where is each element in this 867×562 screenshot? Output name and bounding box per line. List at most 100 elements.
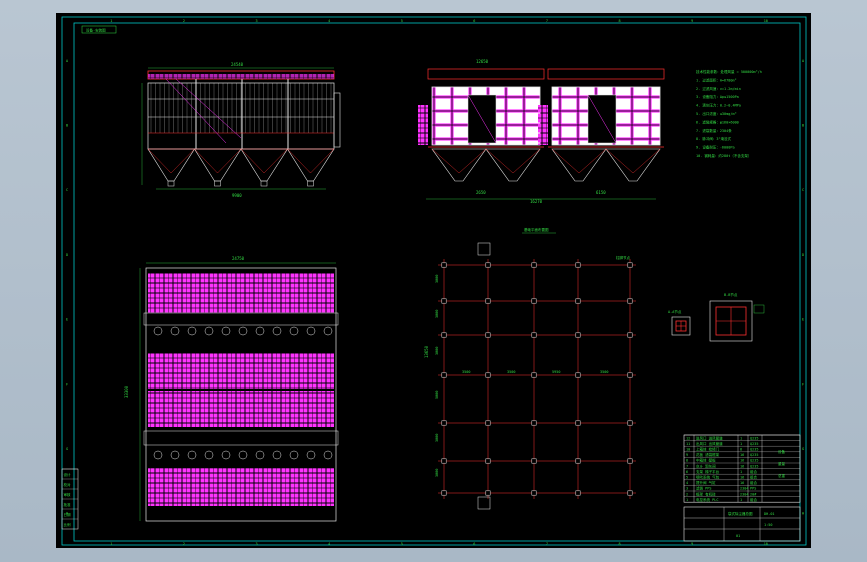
brace — [512, 148, 541, 174]
right-dim-b: 6150 — [596, 190, 606, 195]
bom-cell-material: Q235 — [750, 448, 758, 452]
bom-cell-material: 组合 — [750, 475, 758, 480]
bom-cell-qty: 16 — [740, 459, 744, 463]
tech-note-line: 7. 滤袋数量：2304条 — [696, 128, 732, 133]
bom-cell-name: 出风口 出风管道 — [696, 441, 723, 446]
border-col-mark: 4 — [328, 19, 330, 23]
border-col-mark: 9 — [691, 542, 693, 546]
bom-cell-name: 灰斗 卸灰阀 — [696, 463, 716, 468]
bom-side-label: 设备 — [778, 449, 786, 454]
grid-total-v: 13650 — [424, 345, 429, 358]
column-base — [531, 298, 537, 304]
bom-cell-qty: 1 — [740, 470, 742, 474]
column-base — [485, 298, 491, 304]
column-base — [441, 490, 447, 496]
bom-cell-no: 2 — [686, 492, 688, 496]
column-base — [441, 420, 447, 426]
drawing-scale: 1:50 — [764, 523, 772, 527]
column-base — [627, 262, 633, 268]
cad-viewport[interactable]: 1 1 2 2 3 3 4 4 5 5 6 6 7 7 8 8 9 9 10 10 A A B B C C D D E E F F G G H H 设… — [56, 13, 811, 548]
title-block: 袋式除尘器总图 DH-01 1:50 01 — [683, 506, 801, 542]
bag-circle — [221, 326, 231, 336]
roof-rail — [427, 68, 545, 80]
bom-cell-no: 3 — [686, 487, 688, 491]
bom-cell-name: 喷吹系统 气包 — [696, 475, 720, 480]
bag-circle — [306, 450, 316, 460]
column-base — [575, 262, 581, 268]
grid-mid-title: 柱脚节点 — [616, 255, 630, 260]
bom-cell-qty: 1 — [740, 498, 742, 502]
grid-dim-h: 3500 — [462, 370, 470, 374]
bom-cell-name: 电控系统 PLC — [696, 497, 718, 502]
border-row-mark: C — [66, 188, 68, 192]
brace — [240, 148, 265, 174]
bom-cell-no: 1 — [686, 498, 688, 502]
column-base — [531, 458, 537, 464]
bom-cell-material: Q235 — [750, 464, 758, 468]
bom-cell-qty: 1 — [740, 442, 742, 446]
column-base — [441, 372, 447, 378]
column-base — [485, 458, 491, 464]
bom-cell-qty: 16 — [740, 476, 744, 480]
border-col-mark: 8 — [619, 19, 621, 23]
bag-circle — [272, 450, 282, 460]
bag-circle — [289, 326, 299, 336]
border-row-mark: A — [66, 59, 69, 63]
bag-circle — [187, 326, 197, 336]
tech-note-line: 技术性能参数：处理风量 = 500000m³/h — [696, 69, 762, 74]
approval-label: 比例 — [64, 522, 71, 527]
brace — [458, 148, 487, 174]
brace — [310, 148, 335, 174]
bom-cell-material: Q235 — [750, 459, 758, 463]
bom-cell-material: Q235 — [750, 442, 758, 446]
drawing-number: DH-01 — [764, 512, 775, 516]
bom-cell-material: 组合 — [750, 497, 758, 502]
bom-cell-no: 9 — [686, 453, 688, 457]
anchor-detail — [477, 242, 491, 256]
approval-label: 设计 — [64, 472, 71, 477]
border-col-mark: 7 — [546, 542, 548, 546]
grid-dim-v: 5000 — [435, 391, 439, 399]
border-row-mark: G — [802, 447, 804, 451]
bag-circle — [272, 326, 282, 336]
bom-cell-material: 20# — [750, 492, 757, 496]
grid-dim-v: 3000 — [435, 310, 439, 318]
approval-label: 日期 — [64, 512, 71, 517]
bom-cell-qty: 8 — [740, 448, 742, 452]
border-row-mark: F — [66, 382, 68, 386]
tech-note-line: 8. 脉冲阀：3"淹没式 — [696, 136, 732, 141]
border-col-mark: 5 — [401, 542, 403, 546]
border-row-mark: D — [66, 253, 68, 257]
border-row-mark: C — [802, 188, 804, 192]
brace — [632, 148, 661, 174]
bom-cell-material: PPS — [750, 487, 756, 491]
border-row-mark: E — [66, 318, 68, 322]
foundation-grid: 基础平面布置图 柱脚节点 3500 3500 5950 3500 3000 3000 300… — [424, 227, 636, 510]
column-base — [441, 298, 447, 304]
column-base — [627, 332, 633, 338]
column-base — [531, 332, 537, 338]
border-row-mark: B — [802, 124, 804, 128]
column-base — [575, 372, 581, 378]
grid-dim-v: 3000 — [435, 275, 439, 283]
column-base — [531, 262, 537, 268]
approval-block: 设计校对审核批准日期比例 — [61, 468, 79, 530]
column-base — [531, 420, 537, 426]
column-base — [485, 420, 491, 426]
border-col-mark: 3 — [256, 542, 258, 546]
grid-dim-h: 3500 — [507, 370, 515, 374]
title-tag: 设备·安装图 — [86, 28, 106, 33]
bom-side-label: 总重 — [778, 473, 786, 478]
bom-cell-no: 8 — [686, 459, 688, 463]
brace — [170, 148, 195, 174]
grid-dim-h: 5950 — [552, 370, 560, 374]
bom-cell-name: 中箱体 壁板 — [696, 458, 716, 463]
detail-right-label: B-B节点 — [724, 292, 738, 297]
bom-cell-name: 滤袋 PPS — [696, 486, 711, 491]
brace — [551, 148, 580, 174]
grid-dim-v: 3000 — [435, 434, 439, 442]
border-col-mark: 1 — [110, 19, 112, 23]
column-base — [441, 332, 447, 338]
bag-circle — [170, 450, 180, 460]
bom-cell-name: 提升阀 气缸 — [696, 480, 716, 485]
